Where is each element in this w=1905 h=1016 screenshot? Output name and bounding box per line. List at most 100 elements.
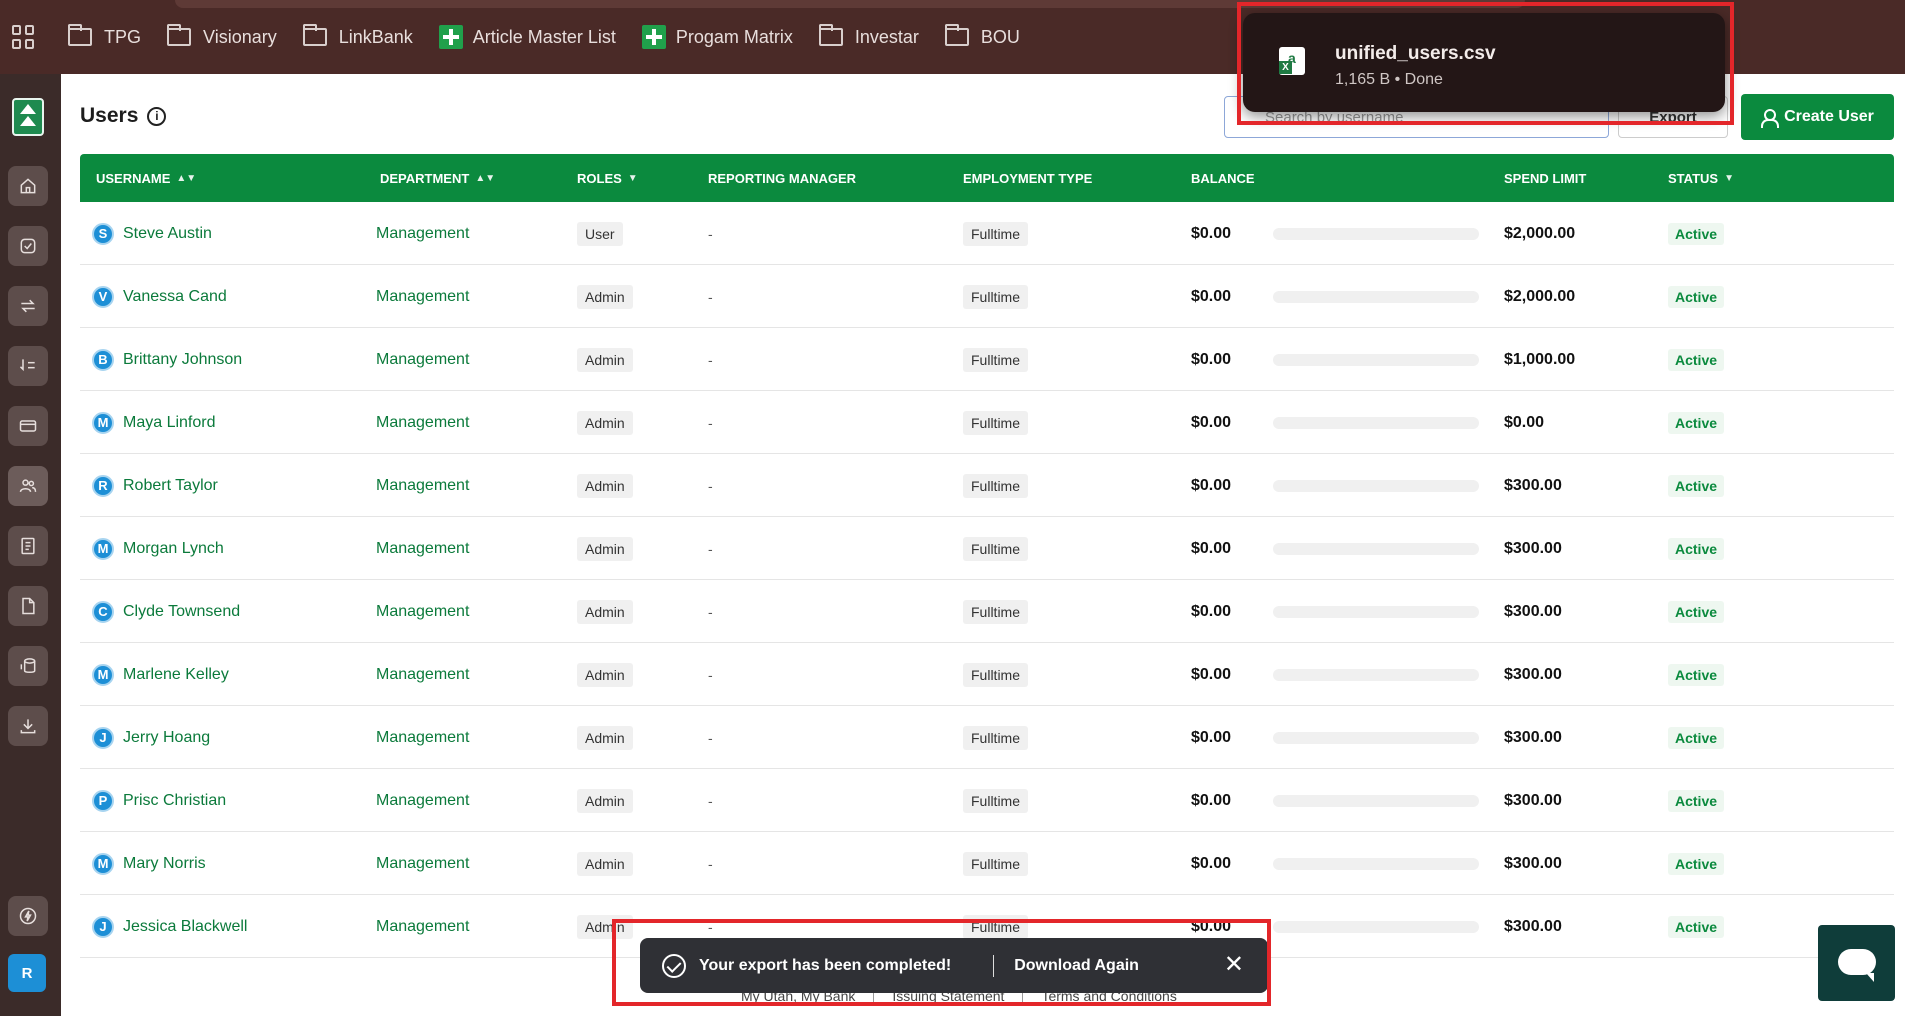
username-cell[interactable]: B Brittany Johnson [92, 328, 242, 391]
column-department[interactable]: DEPARTMENT ▲▼ [380, 154, 495, 202]
table-row[interactable]: M Maya Linford Management Admin - Fulltime $0.… [80, 391, 1894, 454]
table-row[interactable]: J Jerry Hoang Management Admin - Fulltime $0.0… [80, 706, 1894, 769]
column-reporting-manager: REPORTING MANAGER [708, 170, 857, 186]
bookmark-list: TPG Visionary LinkBank Article Master List P… [68, 24, 1046, 49]
sidebar-item-check-circle[interactable] [8, 226, 48, 266]
bookmark-tpg[interactable]: TPG [68, 24, 141, 48]
column-username[interactable]: USERNAME ▲▼ [96, 154, 196, 202]
username-link[interactable]: Jerry Hoang [123, 729, 210, 747]
balance-cell: $0.00 [1191, 665, 1232, 683]
username-link[interactable]: Maya Linford [123, 414, 216, 432]
username-link[interactable]: Brittany Johnson [123, 351, 242, 369]
balance-progress-bar [1273, 290, 1479, 303]
user-avatar[interactable]: R [8, 954, 46, 992]
apps-grid-icon[interactable] [12, 25, 36, 49]
create-user-button[interactable]: Create User [1741, 94, 1894, 140]
username-cell[interactable]: J Jessica Blackwell [92, 895, 247, 958]
role-chip: Admin [577, 473, 633, 498]
sidebar-item-download[interactable] [8, 706, 48, 746]
username-cell[interactable]: C Clyde Townsend [92, 580, 240, 643]
username-cell[interactable]: M Mary Norris [92, 832, 206, 895]
table-row[interactable]: P Prisc Christian Management Admin - Fulltime… [80, 769, 1894, 832]
balance-progress-bar [1273, 353, 1479, 366]
sidebar-item-card[interactable] [8, 406, 48, 446]
username-cell[interactable]: V Vanessa Cand [92, 265, 227, 328]
employment-chip: Fulltime [963, 473, 1029, 498]
username-cell[interactable]: J Jerry Hoang [92, 706, 210, 769]
status-badge: Active [1668, 915, 1725, 938]
username-cell[interactable]: M Marlene Kelley [92, 643, 229, 706]
username-link[interactable]: Mary Norris [123, 855, 206, 873]
bookmark-article-master-list[interactable]: Article Master List [438, 25, 616, 49]
table-row[interactable]: M Marlene Kelley Management Admin - Fulltime $… [80, 643, 1894, 706]
username-link[interactable]: Robert Taylor [123, 477, 218, 495]
balance-bar-cell [1273, 706, 1479, 769]
table-row[interactable]: V Vanessa Cand Management Admin - Fulltime $0.… [80, 265, 1894, 328]
username-cell[interactable]: R Robert Taylor [92, 454, 218, 517]
column-roles[interactable]: ROLES ▼ [577, 154, 638, 202]
sort-icon[interactable]: ▲▼ [176, 173, 196, 184]
table-row[interactable]: S Steve Austin Management User - Fulltime $0.0… [80, 202, 1894, 265]
spend-limit-cell: $300.00 [1504, 476, 1562, 494]
sidebar-item-users[interactable] [8, 466, 48, 506]
username-link[interactable]: Morgan Lynch [123, 540, 224, 558]
username-link[interactable]: Marlene Kelley [123, 666, 229, 684]
status-badge: Active [1668, 600, 1725, 623]
username-cell[interactable]: M Maya Linford [92, 391, 216, 454]
bookmark-visionary[interactable]: Visionary [167, 24, 277, 48]
username-link[interactable]: Steve Austin [123, 225, 212, 243]
table-row[interactable]: M Morgan Lynch Management Admin - Fulltime $0.… [80, 517, 1894, 580]
username-link[interactable]: Jessica Blackwell [123, 918, 247, 936]
username-link[interactable]: Prisc Christian [123, 792, 226, 810]
table-row[interactable]: B Brittany Johnson Management Admin - Fulltim… [80, 328, 1894, 391]
sidebar-item-document[interactable] [8, 586, 48, 626]
username-cell[interactable]: P Prisc Christian [92, 769, 226, 832]
status-cell: Active [1668, 643, 1725, 706]
sidebar-item-bank[interactable] [8, 646, 48, 686]
username-cell[interactable]: S Steve Austin [92, 202, 212, 265]
status-badge: Active [1668, 537, 1725, 560]
role-chip: Admin [577, 284, 633, 309]
bookmark-investar[interactable]: Investar [818, 24, 919, 48]
info-icon[interactable]: i [147, 106, 167, 126]
status-cell: Active [1668, 517, 1725, 580]
sidebar-item-receipt[interactable] [8, 526, 48, 566]
username-cell[interactable]: M Morgan Lynch [92, 517, 224, 580]
chat-widget-button[interactable] [1818, 925, 1895, 1001]
department-cell: Management [376, 791, 470, 809]
folder-icon [68, 24, 92, 46]
sidebar-item-home[interactable] [8, 166, 48, 206]
balance-cell: $0.00 [1191, 791, 1232, 809]
table-row[interactable]: R Robert Taylor Management Admin - Fulltime $0… [80, 454, 1894, 517]
sidebar-item-exchange[interactable] [8, 346, 48, 386]
column-status[interactable]: STATUS ▼ [1668, 154, 1734, 202]
balance-cell: $0.00 [1191, 350, 1232, 368]
status-cell: Active [1668, 328, 1725, 391]
spend-limit-cell: $300.00 [1504, 728, 1562, 746]
bookmark-linkbank[interactable]: LinkBank [302, 24, 413, 48]
table-row[interactable]: C Clyde Townsend Management Admin - Fulltime $… [80, 580, 1894, 643]
filter-caret-icon[interactable]: ▼ [628, 173, 638, 184]
balance-cell: $0.00 [1191, 287, 1232, 305]
department-cell: Management [376, 224, 470, 242]
users-table: USERNAME ▲▼ DEPARTMENT ▲▼ ROLES ▼ REPORTING… [80, 154, 1894, 958]
bookmark-bou[interactable]: BOU [944, 24, 1020, 48]
chat-bubble-icon [1838, 949, 1876, 982]
sidebar-item-transfer[interactable] [8, 286, 48, 326]
table-row[interactable]: M Mary Norris Management Admin - Fulltime $0.0… [80, 832, 1894, 895]
page-title-text: Users [80, 104, 139, 127]
username-link[interactable]: Vanessa Cand [123, 288, 227, 306]
brand-logo-icon[interactable] [12, 98, 44, 136]
bookmark-progam-matrix[interactable]: Progam Matrix [641, 25, 793, 49]
sidebar-item-lightning[interactable] [8, 896, 48, 936]
balance-cell: $0.00 [1191, 602, 1232, 620]
sort-icon[interactable]: ▲▼ [475, 173, 495, 184]
username-link[interactable]: Clyde Townsend [123, 603, 240, 621]
manager-cell: - [708, 666, 713, 683]
manager-cell: - [708, 792, 713, 809]
department-cell: Management [376, 917, 470, 935]
employment-chip: Fulltime [963, 221, 1029, 246]
role-cell: Admin [577, 265, 633, 328]
filter-caret-icon[interactable]: ▼ [1724, 173, 1734, 184]
avatar: J [92, 915, 114, 938]
